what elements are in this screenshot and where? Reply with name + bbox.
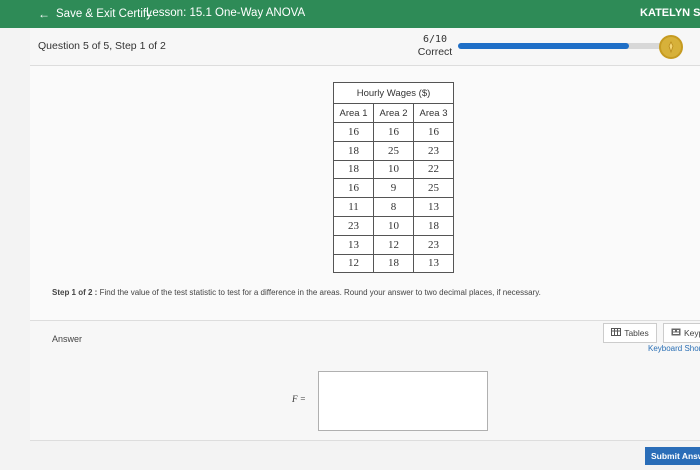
table-cell: 12: [333, 253, 374, 274]
column-header: Area 1: [333, 103, 374, 123]
f-answer-input[interactable]: [318, 371, 488, 431]
table-cell: 23: [413, 234, 454, 255]
column-header: Area 2: [373, 103, 414, 123]
table-cell: 11: [333, 197, 374, 217]
submit-answer-button[interactable]: Submit Answer: [645, 447, 700, 465]
table-row: 16 16 16: [333, 122, 454, 142]
table-row: 11 8 13: [333, 197, 454, 217]
step-prefix: Step 1 of 2 :: [52, 288, 98, 297]
f-statistic-label: F =: [292, 394, 306, 404]
table-row: 18 10 22: [333, 159, 454, 180]
achievement-badge-icon: [659, 35, 683, 59]
table-cell: 13: [413, 253, 454, 274]
step-text: Find the value of the test statistic to …: [99, 288, 541, 297]
score-status: Correct: [417, 46, 453, 58]
table-row: 16 9 25: [333, 178, 454, 199]
table-cell: 13: [333, 234, 374, 255]
tables-button[interactable]: Tables: [603, 323, 657, 343]
table-cell: 16: [333, 178, 374, 199]
table-row: 12 18 13: [333, 253, 454, 274]
table-cell: 18: [373, 253, 414, 274]
progress-fill: [458, 43, 630, 49]
table-icon: [611, 328, 622, 338]
table-cell: 18: [333, 140, 374, 161]
table-cell: 16: [333, 122, 374, 142]
save-exit-label: Save & Exit Certify: [56, 8, 152, 20]
table-cell: 12: [373, 234, 414, 255]
table-cell: 25: [373, 140, 414, 161]
top-bar: ← Save & Exit Certify Lesson: 15.1 One-W…: [0, 0, 700, 28]
table-caption: Hourly Wages ($): [333, 82, 454, 104]
lesson-title: Lesson: 15.1 One-Way ANOVA: [146, 7, 306, 19]
table-cell: 25: [413, 178, 454, 199]
user-name[interactable]: KATELYN SMITH: [640, 7, 700, 19]
table-cell: 23: [333, 215, 374, 236]
question-content: Hourly Wages ($) Area 1 Area 2 Area 3 16…: [30, 66, 700, 320]
table-cell: 13: [413, 197, 454, 217]
question-title: Question 5 of 5, Step 1 of 2: [38, 40, 166, 52]
table-cell: 23: [413, 140, 454, 161]
save-exit-button[interactable]: ← Save & Exit Certify: [38, 7, 152, 21]
keypad-button[interactable]: Keypad: [663, 323, 700, 343]
keypad-icon: [671, 328, 681, 338]
score-value: 6/10: [422, 34, 448, 45]
footer-bar: Submit Answer: [30, 440, 700, 470]
table-row: 23 10 18: [333, 215, 454, 236]
table-cell: 8: [373, 197, 414, 217]
table-cell: 16: [413, 122, 454, 142]
progress-bar: [458, 43, 672, 49]
table-cell: 18: [413, 215, 454, 236]
table-cell: 16: [373, 122, 414, 142]
table-cell: 9: [373, 178, 414, 199]
table-cell: 10: [373, 215, 414, 236]
table-cell: 10: [373, 159, 414, 180]
keyboard-shortcuts-link[interactable]: Keyboard Shortcuts: [648, 344, 700, 353]
table-cell: 18: [333, 159, 374, 180]
answer-label: Answer: [52, 334, 83, 344]
tables-label: Tables: [624, 328, 649, 338]
back-arrow-icon: ←: [38, 7, 50, 21]
question-header: Question 5 of 5, Step 1 of 2 6/10 Correc…: [30, 28, 700, 66]
hourly-wages-table: Hourly Wages ($) Area 1 Area 2 Area 3 16…: [333, 82, 454, 274]
score-display: 6/10 Correct: [410, 33, 460, 59]
column-header: Area 3: [413, 103, 454, 123]
keypad-label: Keypad: [684, 328, 700, 338]
answer-area: Answer Tables Keypad Keyboard Shortcuts …: [30, 320, 700, 440]
table-cell: 22: [413, 159, 454, 180]
table-row: 18 25 23: [333, 140, 454, 161]
table-row: 13 12 23: [333, 234, 454, 255]
step-instructions: Step 1 of 2 : Find the value of the test…: [52, 288, 541, 297]
